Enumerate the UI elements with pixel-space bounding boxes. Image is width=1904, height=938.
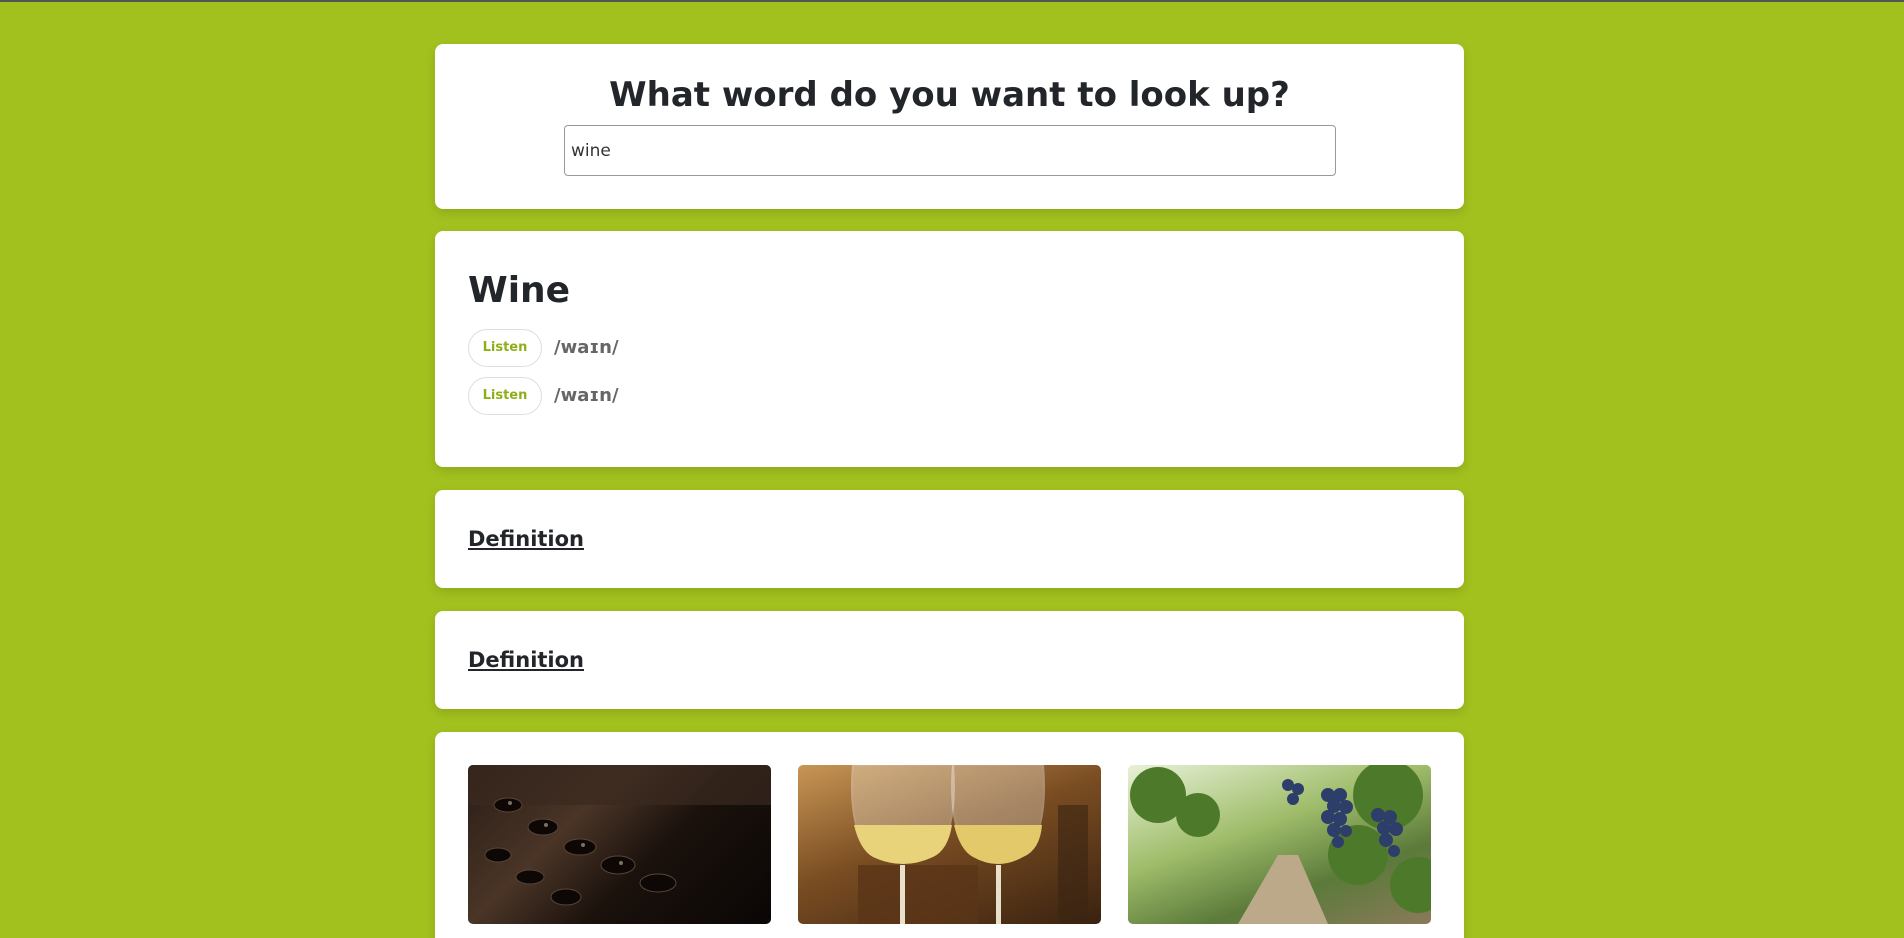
- phonetic-row: Listen /waɪn/: [468, 328, 1431, 367]
- phonetic-text: /waɪn/: [554, 385, 619, 407]
- wine-glasses-image: [798, 765, 1101, 924]
- definition-heading[interactable]: Definition: [468, 648, 584, 672]
- phonetic-text: /waɪn/: [554, 337, 619, 359]
- images-card: [435, 732, 1464, 938]
- search-card: What word do you want to look up?: [435, 44, 1464, 209]
- phonetic-row: Listen /waɪn/: [468, 376, 1431, 415]
- word-title: Wine: [468, 270, 571, 311]
- search-input[interactable]: [564, 125, 1336, 176]
- listen-button[interactable]: Listen: [468, 328, 542, 367]
- grape-vineyard-image: [1128, 765, 1431, 924]
- search-title: What word do you want to look up?: [609, 75, 1290, 115]
- definition-heading[interactable]: Definition: [468, 527, 584, 551]
- top-border: [0, 0, 1904, 2]
- definition-card: Definition: [435, 490, 1464, 588]
- listen-button[interactable]: Listen: [468, 376, 542, 415]
- wine-bottles-image: [468, 765, 771, 924]
- definition-card: Definition: [435, 611, 1464, 709]
- word-card: Wine Listen /waɪn/ Listen /waɪn/: [435, 231, 1464, 467]
